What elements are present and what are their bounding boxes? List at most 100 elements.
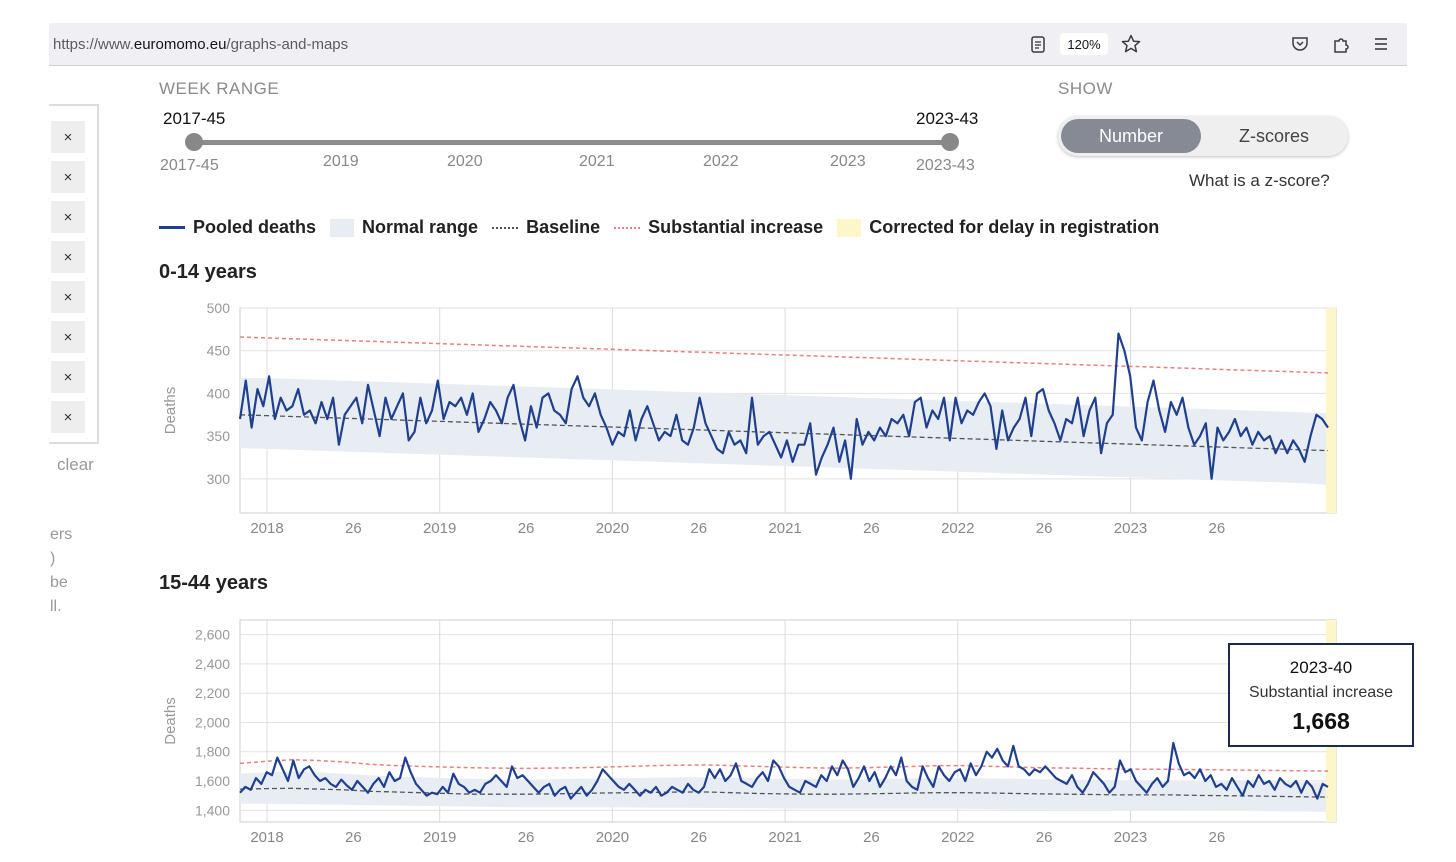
chart-legend: Pooled deaths Normal range Baseline Subs… — [159, 217, 1173, 238]
zscore-help-link[interactable]: What is a z-score? — [1189, 171, 1330, 191]
truncated-text: ) — [50, 550, 56, 567]
truncated-text: ers — [50, 526, 73, 543]
range-end-handle[interactable] — [941, 133, 959, 151]
x-tick-label: 2018 — [250, 829, 283, 846]
remove-filter-button[interactable]: × — [51, 241, 85, 273]
range-start-value: 2017-45 — [163, 109, 226, 128]
truncated-text: ll. — [50, 598, 62, 615]
remove-filter-button[interactable]: × — [51, 361, 85, 393]
y-tick-label: 400 — [207, 385, 231, 401]
legend-item-baseline: Baseline — [492, 217, 600, 238]
x-tick-label: 26 — [863, 520, 880, 537]
y-tick-label: 1,400 — [195, 802, 230, 818]
slider-tick-label: 2017-45 — [160, 157, 219, 174]
legend-item-substantial: Substantial increase — [614, 217, 823, 238]
pooled-deaths-swatch — [159, 226, 185, 229]
toolbar-divider — [49, 65, 1407, 66]
x-tick-label: 2021 — [768, 829, 801, 846]
x-tick-label: 2021 — [768, 520, 801, 537]
extensions-icon[interactable] — [1330, 33, 1352, 55]
legend-label: Baseline — [526, 217, 601, 237]
menu-icon[interactable] — [1370, 33, 1392, 55]
chart-title: 15-44 years — [159, 572, 268, 594]
x-tick-label: 26 — [518, 829, 535, 846]
legend-label: Pooled deaths — [193, 217, 317, 237]
x-tick-label: 26 — [1036, 520, 1053, 537]
remove-filter-button[interactable]: × — [51, 281, 85, 313]
tooltip-week: 2023-40 — [1289, 658, 1353, 677]
remove-filter-button[interactable]: × — [51, 321, 85, 353]
x-tick-label: 2020 — [596, 520, 629, 537]
baseline-swatch — [492, 226, 519, 229]
x-tick-label: 2018 — [250, 520, 283, 537]
tooltip-label: Substantial increase — [1248, 684, 1394, 701]
zscores-toggle-button[interactable]: Z-scores — [1204, 119, 1344, 153]
x-tick-label: 26 — [863, 829, 880, 846]
y-tick-label: 2,000 — [195, 714, 230, 730]
remove-filter-button[interactable]: × — [51, 401, 85, 433]
y-tick-label: 1,600 — [195, 773, 230, 789]
range-start-handle[interactable] — [185, 133, 203, 151]
x-tick-label: 2023 — [1114, 829, 1147, 846]
number-toggle-button[interactable]: Number — [1061, 119, 1201, 153]
legend-label: Corrected for delay in registration — [869, 217, 1160, 237]
slider-tick-label: 2020 — [447, 153, 483, 170]
slider-tick-label: 2019 — [323, 153, 359, 170]
tooltip-value: 1,668 — [1292, 708, 1350, 734]
corrected-delay-region — [1326, 308, 1336, 513]
y-axis-label: Deaths — [162, 387, 179, 435]
y-tick-label: 350 — [207, 428, 231, 444]
range-end-value: 2023-43 — [916, 109, 979, 128]
y-tick-label: 2,600 — [195, 627, 230, 643]
country-filter-panel: × × × × × × × × — [49, 104, 99, 444]
slider-tick-label: 2021 — [579, 153, 615, 170]
y-tick-label: 2,400 — [195, 656, 230, 672]
zoom-level[interactable]: 120% — [1060, 33, 1108, 55]
pocket-icon[interactable] — [1289, 33, 1311, 55]
x-tick-label: 26 — [1208, 520, 1225, 537]
y-axis-label: Deaths — [162, 697, 179, 745]
chart-15-44-years[interactable]: 1,400 1,600 1,800 2,000 2,200 2,400 2,600 2018 2… — [150, 612, 1350, 862]
x-tick-label: 2023 — [1114, 520, 1147, 537]
chart-title: 0-14 years — [159, 261, 257, 283]
legend-item-corrected: Corrected for delay in registration — [837, 217, 1159, 238]
y-tick-label: 500 — [207, 300, 231, 316]
range-slider-track[interactable] — [194, 140, 950, 145]
x-tick-label: 26 — [345, 829, 362, 846]
show-label: SHOW — [1058, 79, 1113, 98]
x-tick-label: 26 — [1208, 829, 1225, 846]
normal-range-swatch — [330, 218, 355, 237]
x-tick-label: 26 — [518, 520, 535, 537]
corrected-delay-swatch — [837, 218, 862, 237]
slider-tick-label: 2023 — [830, 153, 866, 170]
legend-item-pooled: Pooled deaths — [159, 217, 316, 238]
y-tick-label: 300 — [207, 471, 231, 487]
clear-link[interactable]: clear — [57, 455, 94, 475]
y-tick-label: 450 — [207, 343, 231, 359]
x-tick-label: 2020 — [596, 829, 629, 846]
remove-filter-button[interactable]: × — [51, 201, 85, 233]
y-tick-label: 2,200 — [195, 685, 230, 701]
x-tick-label: 2019 — [423, 829, 456, 846]
legend-label: Substantial increase — [648, 217, 824, 237]
slider-tick-label: 2022 — [703, 153, 739, 170]
legend-item-normal-range: Normal range — [330, 217, 478, 238]
y-tick-label: 1,800 — [195, 744, 230, 760]
x-tick-label: 26 — [1036, 829, 1053, 846]
bookmark-star-icon[interactable] — [1120, 33, 1142, 55]
truncated-text: be — [50, 574, 68, 591]
remove-filter-button[interactable]: × — [51, 121, 85, 153]
x-tick-label: 2022 — [941, 520, 974, 537]
week-range-label: WEEK RANGE — [159, 79, 280, 98]
remove-filter-button[interactable]: × — [51, 161, 85, 193]
url-text[interactable]: https://www.euromomo.eu/graphs-and-maps — [53, 36, 348, 53]
legend-label: Normal range — [362, 217, 479, 237]
x-tick-label: 2019 — [423, 520, 456, 537]
substantial-increase-line — [239, 336, 1329, 374]
x-tick-label: 26 — [690, 520, 707, 537]
chart-0-14-years[interactable]: 300 350 400 450 500 2018 26 2019 26 2020 26 2021 26 2… — [150, 295, 1350, 545]
x-tick-label: 2022 — [941, 829, 974, 846]
reader-view-icon[interactable] — [1027, 33, 1049, 55]
x-tick-label: 26 — [345, 520, 362, 537]
slider-tick-label: 2023-43 — [916, 157, 975, 174]
